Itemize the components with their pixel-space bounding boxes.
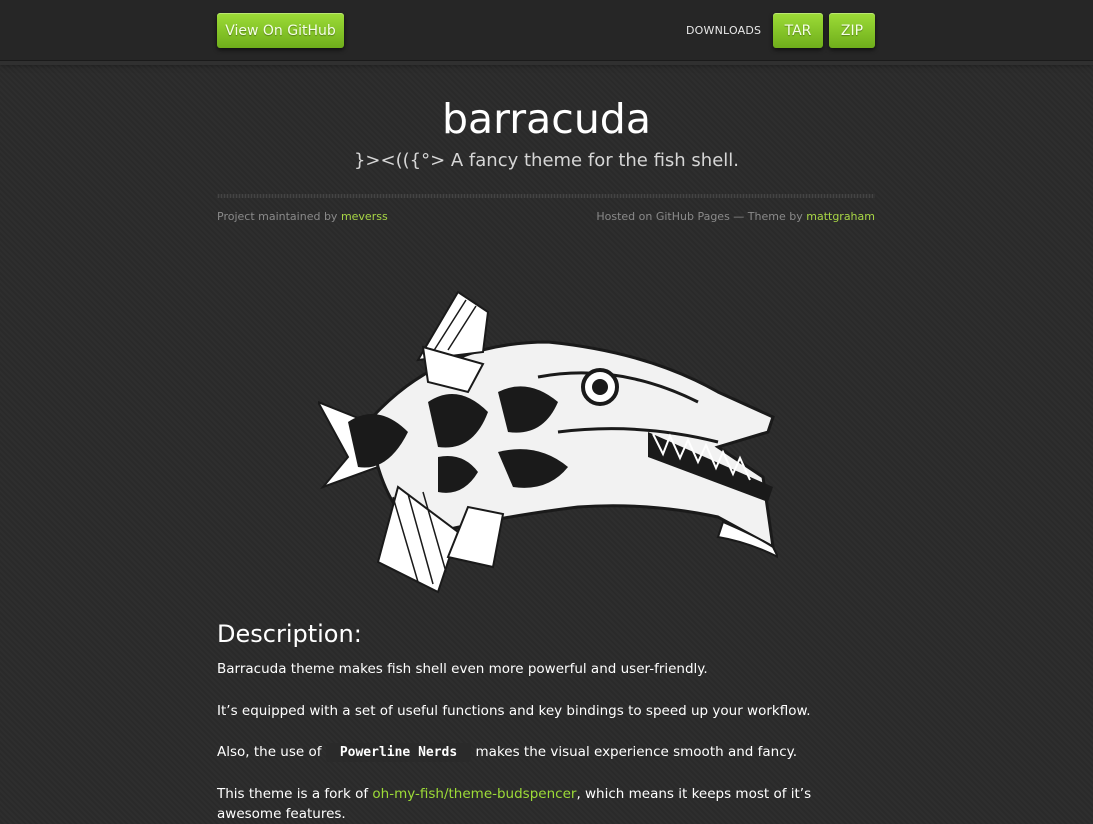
description-paragraph-4: This theme is a fork of oh-my-fish/theme… bbox=[217, 784, 877, 824]
fish-illustration bbox=[315, 290, 781, 594]
theme-credit: Hosted on GitHub Pages — Theme by mattgr… bbox=[596, 210, 875, 223]
description-heading: Description: bbox=[217, 620, 362, 648]
hosting-prefix: Hosted on GitHub Pages — Theme by bbox=[596, 210, 803, 223]
description-paragraph-3: Also, the use of Powerline Nerds makes t… bbox=[217, 742, 877, 763]
dotted-divider bbox=[217, 194, 875, 198]
maintainer-prefix: Project maintained by bbox=[217, 210, 338, 223]
view-on-github-button[interactable]: View On GitHub bbox=[217, 13, 344, 48]
page-tagline: }><(({°> A fancy theme for the fish shel… bbox=[353, 150, 740, 171]
download-zip-button[interactable]: ZIP bbox=[829, 13, 875, 48]
maintainer-credit: Project maintained by meverss bbox=[217, 210, 388, 223]
maintainer-link[interactable]: meverss bbox=[341, 210, 388, 223]
p3-text-after: makes the visual experience smooth and f… bbox=[475, 744, 798, 760]
description-paragraph-2: It’s equipped with a set of useful funct… bbox=[217, 703, 811, 719]
downloads-label: DOWNLOADS bbox=[686, 24, 762, 37]
powerline-nerds-code: Powerline Nerds bbox=[325, 743, 472, 762]
top-navbar: View On GitHub DOWNLOADS TAR ZIP bbox=[0, 0, 1093, 65]
p4-text-before: This theme is a fork of bbox=[217, 786, 369, 802]
p3-text-before: Also, the use of bbox=[217, 744, 322, 760]
description-paragraph-1: Barracuda theme makes fish shell even mo… bbox=[217, 661, 708, 677]
barracuda-fish-image bbox=[315, 282, 781, 602]
download-tar-button[interactable]: TAR bbox=[773, 13, 823, 48]
theme-author-link[interactable]: mattgraham bbox=[806, 210, 875, 223]
page-title: barracuda bbox=[442, 95, 651, 143]
budspencer-fork-link[interactable]: oh-my-fish/theme-budspencer bbox=[372, 786, 576, 802]
